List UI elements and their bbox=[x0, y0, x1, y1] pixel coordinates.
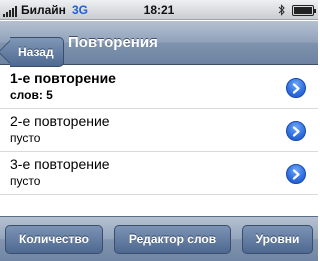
status-time: 18:21 bbox=[143, 3, 175, 17]
list-item-title: 3-е повторение bbox=[10, 156, 110, 172]
status-right bbox=[278, 4, 316, 16]
list-item-repetition-2[interactable]: 2-е повторение пусто bbox=[0, 109, 318, 152]
list-item-repetition-3[interactable]: 3-е повторение пусто bbox=[0, 152, 318, 195]
bluetooth-icon bbox=[278, 4, 285, 16]
levels-button[interactable]: Уровни bbox=[242, 225, 313, 254]
list-item-subtitle: слов: 5 bbox=[10, 88, 53, 102]
page-title: Повторения bbox=[68, 34, 158, 51]
count-button[interactable]: Количество bbox=[5, 225, 103, 254]
chevron-right-icon[interactable] bbox=[286, 121, 306, 141]
repetitions-list: 1-е повторение слов: 5 2-е повторение пу… bbox=[0, 66, 318, 195]
back-button[interactable]: Назад bbox=[5, 29, 64, 67]
list-item-title: 2-е повторение bbox=[10, 113, 110, 129]
navigation-bar: Назад Повторения bbox=[0, 21, 318, 67]
back-button-label: Назад bbox=[10, 37, 64, 67]
chevron-right-icon[interactable] bbox=[286, 78, 306, 98]
battery-icon bbox=[292, 4, 316, 16]
chevron-right-icon[interactable] bbox=[286, 164, 306, 184]
list-item-subtitle: пусто bbox=[10, 131, 41, 145]
bottom-toolbar: Количество Редактор слов Уровни bbox=[0, 216, 318, 261]
list-item-title: 1-е повторение bbox=[10, 70, 116, 86]
list-item-repetition-1[interactable]: 1-е повторение слов: 5 bbox=[0, 66, 318, 109]
status-bar: Билайн 3G 18:21 bbox=[0, 0, 318, 20]
word-editor-button[interactable]: Редактор слов bbox=[114, 225, 231, 254]
list-item-subtitle: пусто bbox=[10, 174, 41, 188]
